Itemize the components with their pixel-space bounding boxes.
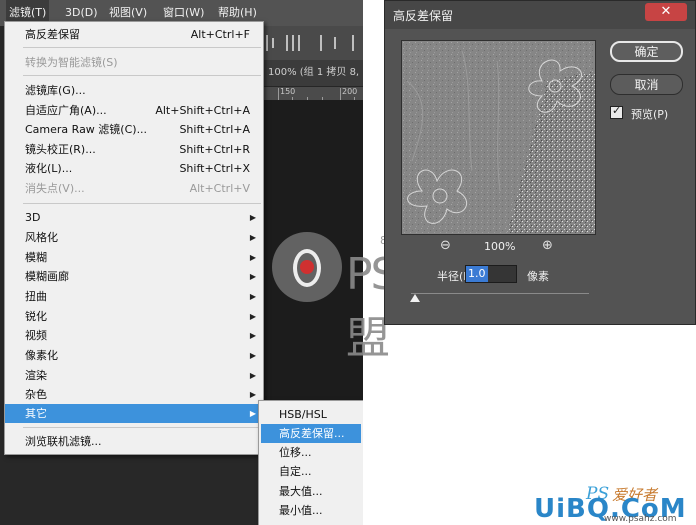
submenu-item-custom[interactable]: 自定... [261,462,361,481]
submenu-arrow-icon: ▶ [249,312,256,321]
radius-slider-thumb[interactable] [410,294,420,302]
menu-item-convert-smart-filter: 转换为智能滤镜(S) [25,56,118,69]
submenu-arrow-icon: ▶ [249,390,256,399]
zoom-level: 100% [484,240,516,253]
radius-slider-track[interactable] [411,293,589,294]
submenu-item-high-pass[interactable]: 高反差保留... [261,424,361,443]
cancel-button[interactable]: 取消 [610,74,683,95]
menu-item-last-filter[interactable]: 高反差保留 Alt+Ctrl+F [5,25,263,44]
distribute-icon[interactable] [292,35,294,51]
other-submenu: HSB/HSL 高反差保留... 位移... 自定... 最大值... 最小值.… [258,400,363,525]
photoshop-window: 滤镜(T) 3D(D) 视图(V) 窗口(W) 帮助(H) 100% (组 1 … [0,0,363,525]
align-icon[interactable] [266,35,268,51]
logo-url: www.psahz.com [604,514,677,524]
close-icon: ✕ [660,4,672,19]
checkmark-icon: ✓ [612,104,622,117]
unit-label: 像素 [527,270,549,283]
submenu-arrow-icon: ▶ [249,233,256,242]
submenu-arrow-icon: ▶ [249,351,256,360]
zoom-out-icon[interactable]: ⊖ [440,239,454,253]
dialog-title-bar: 高反差保留 ✕ [385,1,695,29]
preview-label: 预览(P) [631,108,669,121]
menu-item-blur-gallery[interactable]: 模糊画廊 ▶ [5,267,263,286]
align-icon[interactable] [272,38,274,48]
menu-item-video[interactable]: 视频 ▶ [5,326,263,345]
options-bar [262,26,363,60]
menu-item-browse-online[interactable]: 浏览联机滤镜... [5,432,263,451]
distribute-icon[interactable] [298,35,300,51]
submenu-item-minimum[interactable]: 最小值... [261,501,361,520]
distribute-icon[interactable] [352,35,354,51]
document-tab[interactable]: 100% (组 1 拷贝 8, [262,60,363,86]
menu-item-render[interactable]: 渲染 ▶ [5,366,263,385]
submenu-arrow-icon: ▶ [249,371,256,380]
submenu-item-hsb-hsl[interactable]: HSB/HSL [261,405,361,424]
ruler-label: 150 [280,87,296,96]
ruler-label: 200 [342,87,358,96]
menu-item-sharpen[interactable]: 锐化 ▶ [5,307,263,326]
menu-item-pixelate[interactable]: 像素化 ▶ [5,346,263,365]
ok-button[interactable]: 确定 [610,41,683,62]
submenu-arrow-icon: ▶ [249,409,256,418]
menu-item-noise[interactable]: 杂色 ▶ [5,385,263,404]
menu-item-vanishing-point: 消失点(V)... Alt+Ctrl+V [25,182,250,195]
preview-image [402,41,595,234]
distribute-icon[interactable] [334,37,336,49]
site-logo: PS 爱好者 UiBQ.CoM www.psahz.com [520,470,696,525]
menu-item-camera-raw[interactable]: Camera Raw 滤镜(C)... Shift+Ctrl+A [5,120,263,139]
preview-checkbox[interactable]: ✓ [610,104,623,119]
distribute-icon[interactable] [320,35,322,51]
filter-preview[interactable] [401,40,596,235]
submenu-arrow-icon: ▶ [249,292,256,301]
submenu-item-offset[interactable]: 位移... [261,443,361,462]
submenu-arrow-icon: ▶ [249,213,256,222]
menu-item-lens-correction[interactable]: 镜头校正(R)... Shift+Ctrl+R [5,140,263,159]
submenu-arrow-icon: ▶ [249,331,256,340]
submenu-item-maximum[interactable]: 最大值... [261,482,361,501]
distribute-icon[interactable] [286,35,288,51]
close-button[interactable]: ✕ [645,3,687,21]
menu-item-stylize[interactable]: 风格化 ▶ [5,228,263,247]
high-pass-dialog: 高反差保留 ✕ 确定 取消 ✓ 预览(P) ⊖ 100% ⊕ 半径(R): 1.… [384,0,696,325]
menu-item-adaptive-wide-angle[interactable]: 自适应广角(A)... Alt+Shift+Ctrl+A [5,101,263,120]
menu-item-3d[interactable]: 3D ▶ [5,208,263,227]
dialog-title: 高反差保留 [393,9,454,23]
menu-item-blur[interactable]: 模糊 ▶ [5,248,263,267]
radius-input[interactable]: 1.0 [465,265,517,283]
menu-item-filter-gallery[interactable]: 滤镜库(G)... [5,81,263,100]
menu-item-liquify[interactable]: 液化(L)... Shift+Ctrl+X [5,159,263,178]
menu-item-distort[interactable]: 扭曲 ▶ [5,287,263,306]
horizontal-ruler: 150 200 [262,86,363,101]
submenu-arrow-icon: ▶ [249,253,256,262]
zoom-in-icon[interactable]: ⊕ [542,239,556,253]
submenu-arrow-icon: ▶ [249,272,256,281]
filter-menu: 高反差保留 Alt+Ctrl+F 转换为智能滤镜(S) 滤镜库(G)... 自适应… [4,21,264,455]
radius-value: 1.0 [466,266,488,282]
menu-item-other[interactable]: 其它 ▶ [5,404,263,423]
document-title: 100% (组 1 拷贝 8, [268,67,360,78]
